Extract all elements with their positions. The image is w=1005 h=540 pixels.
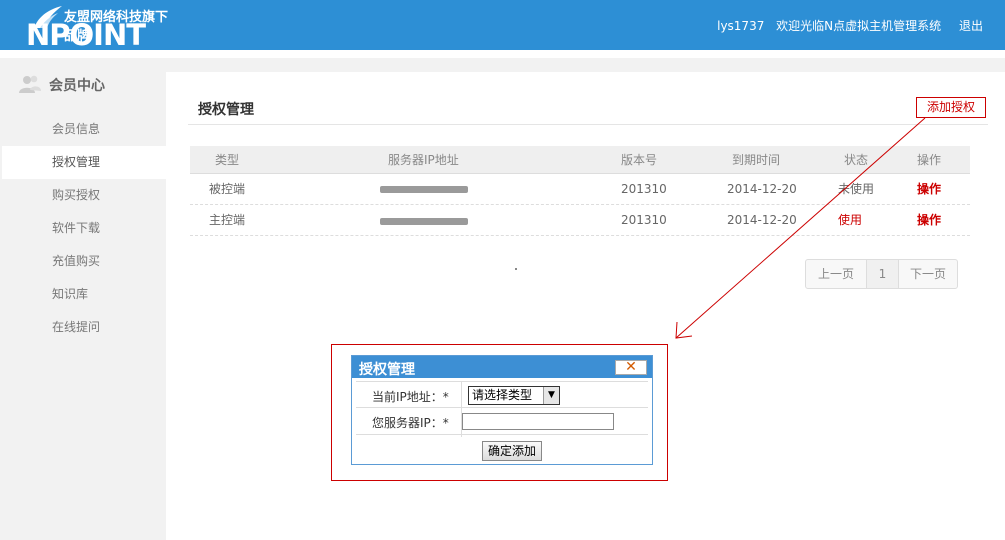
dialog-title: 授权管理 bbox=[359, 362, 415, 378]
users-icon bbox=[19, 75, 41, 93]
col-action: 操作 bbox=[917, 153, 942, 167]
row-expiry: 2014-12-20 bbox=[727, 182, 797, 196]
page-number[interactable]: 1 bbox=[867, 260, 899, 288]
sidebar-item-knowledge-base[interactable]: 知识库 bbox=[0, 278, 166, 311]
npoint-logo[interactable]: 友盟网络科技旗下品牌 NPOINT bbox=[26, 4, 176, 52]
row-status: 使用 bbox=[838, 213, 863, 227]
top-header: 友盟网络科技旗下品牌 NPOINT lys1737 欢迎光临N点虚拟主机管理系统… bbox=[0, 0, 1005, 52]
col-status: 状态 bbox=[844, 153, 869, 167]
add-license-button[interactable]: 添加授权 bbox=[916, 97, 986, 118]
col-version: 版本号 bbox=[621, 153, 658, 167]
sidebar-item-buy-license[interactable]: 购买授权 bbox=[0, 179, 166, 212]
col-expiry: 到期时间 bbox=[732, 153, 781, 167]
row-version: 201310 bbox=[621, 182, 667, 196]
sidebar-item-recharge[interactable]: 充值购买 bbox=[0, 245, 166, 278]
next-page-button[interactable]: 下一页 bbox=[899, 260, 957, 288]
server-ip-label: 您服务器IP：* bbox=[372, 416, 449, 430]
table-row: 被控端 201310 2014-12-20 未使用 操作 bbox=[190, 174, 970, 205]
stray-dot bbox=[515, 268, 517, 270]
title-divider bbox=[188, 124, 988, 125]
type-select[interactable]: 请选择类型 ▼ bbox=[468, 386, 560, 405]
current-ip-label: 当前IP地址：* bbox=[372, 390, 449, 404]
row-version: 201310 bbox=[621, 213, 667, 227]
dialog-header: 授权管理 ✕ bbox=[352, 356, 652, 378]
add-license-dialog: 授权管理 ✕ 当前IP地址：* 请选择类型 ▼ 您服务器IP：* 确定添加 bbox=[351, 355, 653, 465]
welcome-text: 欢迎光临N点虚拟主机管理系统 bbox=[776, 19, 942, 33]
redacted-ip bbox=[380, 186, 468, 193]
server-ip-input[interactable] bbox=[462, 413, 614, 430]
table-header: 类型 服务器IP地址 版本号 到期时间 状态 操作 bbox=[190, 146, 970, 174]
username: lys1737 bbox=[717, 19, 765, 33]
logout-link[interactable]: 退出 bbox=[959, 19, 983, 33]
form-row-current-ip: 当前IP地址：* 请选择类型 ▼ bbox=[356, 381, 648, 408]
chevron-down-icon: ▼ bbox=[543, 387, 559, 404]
sidebar-item-online-question[interactable]: 在线提问 bbox=[0, 311, 166, 344]
row-status: 未使用 bbox=[838, 182, 875, 196]
sidebar-item-member-info[interactable]: 会员信息 bbox=[0, 113, 166, 146]
page-title: 授权管理 bbox=[198, 102, 254, 118]
sidebar-item-software-download[interactable]: 软件下载 bbox=[0, 212, 166, 245]
sidebar-item-license-management[interactable]: 授权管理 bbox=[2, 146, 166, 179]
row-type: 主控端 bbox=[209, 213, 246, 227]
confirm-add-button[interactable]: 确定添加 bbox=[482, 441, 542, 461]
form-row-server-ip: 您服务器IP：* bbox=[356, 408, 648, 435]
prev-page-button[interactable]: 上一页 bbox=[806, 260, 867, 288]
row-action-link[interactable]: 操作 bbox=[917, 205, 941, 236]
sidebar: 会员中心 会员信息 授权管理 购买授权 软件下载 充值购买 知识库 在线提问 bbox=[0, 58, 166, 540]
row-expiry: 2014-12-20 bbox=[727, 213, 797, 227]
col-server-ip: 服务器IP地址 bbox=[388, 153, 459, 167]
redacted-ip bbox=[380, 218, 468, 225]
table-row: 主控端 201310 2014-12-20 使用 操作 bbox=[190, 205, 970, 236]
col-type: 类型 bbox=[215, 153, 240, 167]
row-type: 被控端 bbox=[209, 182, 246, 196]
top-nav: lys1737 欢迎光临N点虚拟主机管理系统 退出 bbox=[709, 17, 983, 34]
type-select-value: 请选择类型 bbox=[472, 388, 533, 402]
dialog-form: 当前IP地址：* 请选择类型 ▼ 您服务器IP：* 确定添加 bbox=[356, 381, 648, 461]
row-action-link[interactable]: 操作 bbox=[917, 174, 941, 205]
license-table: 类型 服务器IP地址 版本号 到期时间 状态 操作 被控端 201310 201… bbox=[190, 146, 970, 236]
sidebar-menu: 会员信息 授权管理 购买授权 软件下载 充值购买 知识库 在线提问 bbox=[0, 113, 166, 344]
pagination: 上一页 1 下一页 bbox=[805, 259, 958, 289]
close-icon[interactable]: ✕ bbox=[615, 360, 647, 375]
logo-brand: NPOINT bbox=[26, 18, 146, 52]
content-top-strip bbox=[166, 58, 1005, 72]
